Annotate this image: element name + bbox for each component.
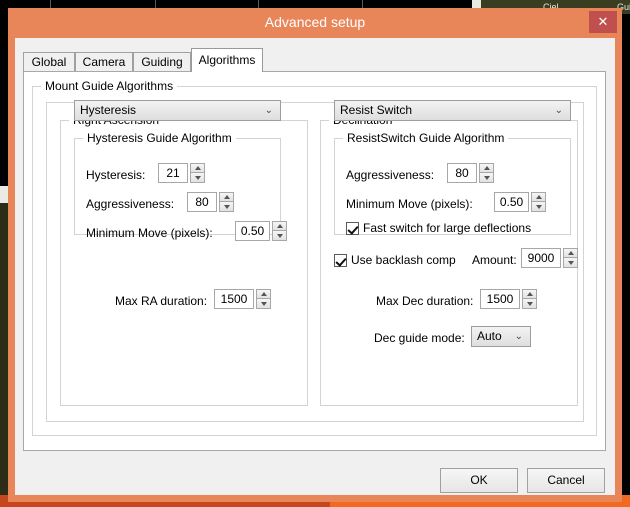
chevron-down-icon: ⌄ <box>514 331 523 342</box>
dec-min-move-input[interactable]: 0.50 <box>494 192 529 212</box>
dec-aggressiveness-stepper[interactable] <box>479 163 494 183</box>
ra-hysteresis-increment[interactable] <box>190 163 205 173</box>
group-label-hysteresis-algo: Hysteresis Guide Algorithm <box>83 131 236 145</box>
tab-algorithms[interactable]: Algorithms <box>191 48 263 72</box>
group-label-resistswitch-algo: ResistSwitch Guide Algorithm <box>343 131 509 145</box>
tab-guiding[interactable]: Guiding <box>133 52 191 71</box>
ra-aggressiveness-input[interactable]: 80 <box>187 192 217 212</box>
chevron-down-icon: ⌄ <box>264 105 273 116</box>
dialog-client-area: Global Camera Guiding Algorithms Mount G… <box>15 38 615 495</box>
ra-max-duration-input[interactable]: 1500 <box>214 289 254 309</box>
dec-min-move-increment[interactable] <box>531 192 546 202</box>
checkbox-checked-icon <box>334 254 347 267</box>
dec-amount-stepper[interactable] <box>563 248 578 268</box>
ra-min-move-decrement[interactable] <box>272 231 287 241</box>
ra-aggressiveness-decrement[interactable] <box>219 202 234 212</box>
tab-global[interactable]: Global <box>23 52 75 71</box>
dec-guide-mode-label: Dec guide mode: <box>374 331 465 345</box>
chevron-down-icon: ⌄ <box>554 105 563 116</box>
dec-min-move-label: Minimum Move (pixels): <box>346 197 473 211</box>
dec-max-duration-label: Max Dec duration: <box>376 294 474 308</box>
ra-min-move-label: Minimum Move (pixels): <box>86 226 213 240</box>
ra-max-duration-label: Max RA duration: <box>115 294 208 308</box>
close-icon[interactable]: ✕ <box>589 11 617 33</box>
ra-max-duration-decrement[interactable] <box>256 299 271 309</box>
ra-algorithm-select[interactable]: Hysteresis ⌄ <box>74 100 281 121</box>
dec-amount-decrement[interactable] <box>563 258 578 268</box>
dec-max-duration-decrement[interactable] <box>522 299 537 309</box>
dec-backlash-label: Use backlash comp <box>351 253 456 267</box>
ra-aggressiveness-label: Aggressiveness: <box>86 197 175 211</box>
advanced-setup-dialog: Advanced setup ✕ Global Camera Guiding A… <box>8 8 622 502</box>
desktop-left-strip-light <box>0 186 8 203</box>
dialog-titlebar[interactable]: Advanced setup ✕ <box>8 8 622 38</box>
ra-aggressiveness-increment[interactable] <box>219 192 234 202</box>
dec-aggressiveness-label: Aggressiveness: <box>346 168 435 182</box>
ra-min-move-increment[interactable] <box>272 221 287 231</box>
ra-hysteresis-stepper[interactable] <box>190 163 205 183</box>
ok-button[interactable]: OK <box>440 468 518 493</box>
dec-max-duration-stepper[interactable] <box>522 289 537 309</box>
dec-aggressiveness-input[interactable]: 80 <box>447 163 477 183</box>
ra-min-move-stepper[interactable] <box>272 221 287 241</box>
dec-max-duration-input[interactable]: 1500 <box>480 289 520 309</box>
ra-min-move-input[interactable]: 0.50 <box>235 221 270 241</box>
dec-guide-mode-value: Auto <box>477 329 502 343</box>
ra-aggressiveness-stepper[interactable] <box>219 192 234 212</box>
dialog-title: Advanced setup <box>264 14 366 30</box>
dec-amount-input[interactable]: 9000 <box>521 248 561 268</box>
dec-algorithm-select[interactable]: Resist Switch ⌄ <box>334 100 571 121</box>
dec-guide-mode-select[interactable]: Auto ⌄ <box>471 326 531 347</box>
dec-algorithm-value: Resist Switch <box>340 103 413 117</box>
tab-panel-algorithms: Mount Guide Algorithms Right Ascension H… <box>23 71 606 451</box>
ra-algorithm-value: Hysteresis <box>80 103 137 117</box>
dec-amount-increment[interactable] <box>563 248 578 258</box>
ra-max-duration-stepper[interactable] <box>256 289 271 309</box>
ra-hysteresis-input[interactable]: 21 <box>158 163 188 183</box>
desktop-left-strip-dark <box>0 203 8 507</box>
dec-min-move-decrement[interactable] <box>531 202 546 212</box>
cancel-button[interactable]: Cancel <box>527 468 605 493</box>
ra-hysteresis-decrement[interactable] <box>190 173 205 183</box>
dec-min-move-stepper[interactable] <box>531 192 546 212</box>
dec-aggressiveness-decrement[interactable] <box>479 173 494 183</box>
dec-max-duration-increment[interactable] <box>522 289 537 299</box>
dec-fast-switch-label: Fast switch for large deflections <box>363 221 532 235</box>
group-label-mount: Mount Guide Algorithms <box>41 79 178 93</box>
dec-aggressiveness-increment[interactable] <box>479 163 494 173</box>
ra-max-duration-increment[interactable] <box>256 289 271 299</box>
checkbox-checked-icon <box>346 222 359 235</box>
dec-amount-label: Amount: <box>472 253 517 267</box>
tab-camera[interactable]: Camera <box>75 52 133 71</box>
ra-hysteresis-label: Hysteresis: <box>86 168 146 182</box>
